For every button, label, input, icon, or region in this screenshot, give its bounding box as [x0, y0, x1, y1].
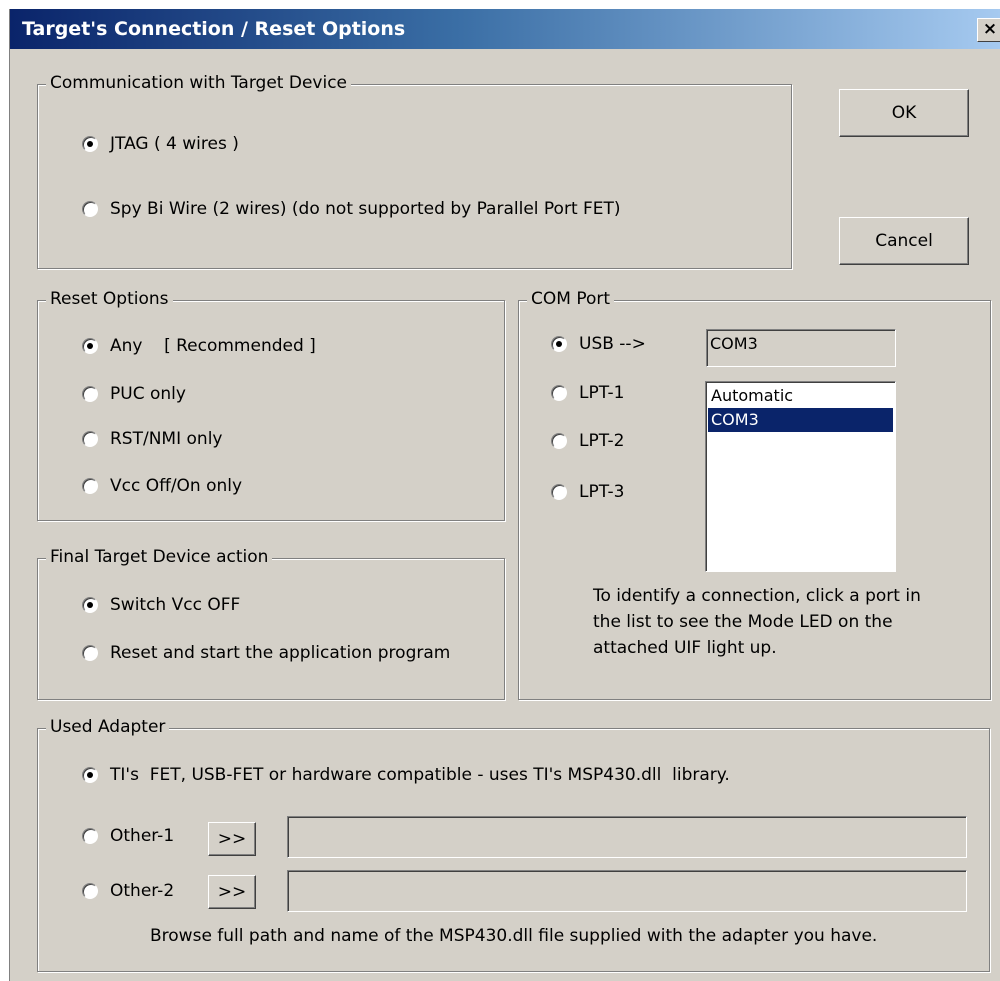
radio-unselected-icon — [551, 385, 567, 401]
radio-usb[interactable]: USB --> — [551, 334, 646, 354]
radio-reset-vcc-label: Vcc Off/On only — [110, 476, 243, 496]
radio-reset-puc-label: PUC only — [110, 384, 186, 404]
list-item-com3[interactable]: COM3 — [708, 408, 893, 432]
radio-unselected-icon — [551, 433, 567, 449]
close-button[interactable]: × — [977, 18, 1000, 42]
final-action-legend: Final Target Device action — [46, 547, 273, 567]
radio-unselected-icon — [82, 201, 98, 217]
used-adapter-legend: Used Adapter — [46, 717, 170, 737]
radio-reset-start-label: Reset and start the application program — [110, 643, 451, 663]
com-port-display: COM3 — [706, 329, 896, 367]
radio-jtag-label: JTAG ( 4 wires ) — [110, 134, 239, 154]
radio-other-2-label: Other-2 — [110, 881, 175, 901]
radio-spy-bi-wire[interactable]: Spy Bi Wire (2 wires) (do not supported … — [82, 199, 621, 219]
ok-button[interactable]: OK — [839, 89, 969, 137]
browse-other-2-label: >> — [217, 882, 247, 902]
browse-other-2-button[interactable]: >> — [208, 875, 256, 909]
radio-reset-any-label: Any [ Recommended ] — [110, 336, 316, 356]
other-1-path-field[interactable] — [287, 816, 967, 858]
radio-unselected-icon — [82, 478, 98, 494]
radio-selected-icon — [551, 336, 567, 352]
radio-lpt1[interactable]: LPT-1 — [551, 383, 625, 403]
radio-ti-fet[interactable]: TI's FET, USB-FET or hardware compatible… — [82, 765, 730, 785]
hint-line: the list to see the Mode LED on the — [593, 612, 893, 632]
radio-reset-start[interactable]: Reset and start the application program — [82, 643, 450, 663]
communication-legend: Communication with Target Device — [46, 73, 352, 93]
radio-lpt2[interactable]: LPT-2 — [551, 431, 625, 451]
cancel-button-label: Cancel — [875, 231, 933, 251]
reset-options-group: Reset Options Any [ Recommended ] PUC on… — [37, 289, 505, 521]
radio-selected-icon — [82, 767, 98, 783]
ok-button-label: OK — [891, 103, 917, 123]
radio-selected-icon — [82, 597, 98, 613]
radio-unselected-icon — [82, 883, 98, 899]
radio-reset-any[interactable]: Any [ Recommended ] — [82, 336, 316, 356]
radio-jtag[interactable]: JTAG ( 4 wires ) — [82, 134, 239, 154]
radio-switch-vcc-off-label: Switch Vcc OFF — [110, 595, 241, 615]
used-adapter-group: Used Adapter TI's FET, USB-FET or hardwa… — [37, 717, 990, 972]
browse-other-1-button[interactable]: >> — [208, 822, 256, 856]
close-icon: × — [982, 19, 998, 39]
radio-lpt1-label: LPT-1 — [579, 383, 625, 403]
radio-switch-vcc-off[interactable]: Switch Vcc OFF — [82, 595, 240, 615]
radio-lpt3-label: LPT-3 — [579, 482, 625, 502]
communication-group: Communication with Target Device JTAG ( … — [37, 73, 792, 269]
com-port-legend: COM Port — [527, 289, 615, 309]
com-port-group: COM Port USB --> LPT-1 LPT-2 LPT-3 COM3 … — [518, 289, 991, 700]
connection-dialog: Target's Connection / Reset Options × Co… — [9, 9, 1000, 981]
radio-unselected-icon — [82, 431, 98, 447]
radio-unselected-icon — [82, 645, 98, 661]
radio-reset-vcc[interactable]: Vcc Off/On only — [82, 476, 242, 496]
hint-line: To identify a connection, click a port i… — [593, 586, 921, 606]
radio-selected-icon — [82, 338, 98, 354]
com-port-hint: To identify a connection, click a port i… — [593, 583, 921, 661]
browse-other-1-label: >> — [217, 829, 247, 849]
radio-reset-puc[interactable]: PUC only — [82, 384, 186, 404]
com-port-list[interactable]: Automatic COM3 — [705, 381, 896, 572]
other-2-path-field[interactable] — [287, 870, 967, 912]
radio-reset-rst-nmi-label: RST/NMI only — [110, 429, 223, 449]
list-item-automatic[interactable]: Automatic — [708, 384, 893, 408]
hint-line: attached UIF light up. — [593, 638, 777, 658]
radio-reset-rst-nmi[interactable]: RST/NMI only — [82, 429, 222, 449]
radio-spy-bi-wire-label: Spy Bi Wire (2 wires) (do not supported … — [110, 199, 621, 219]
dialog-title: Target's Connection / Reset Options — [22, 18, 406, 40]
radio-ti-fet-label: TI's FET, USB-FET or hardware compatible… — [110, 765, 730, 785]
final-action-group: Final Target Device action Switch Vcc OF… — [37, 547, 505, 700]
title-bar: Target's Connection / Reset Options × — [10, 9, 1000, 49]
radio-unselected-icon — [82, 828, 98, 844]
radio-unselected-icon — [551, 484, 567, 500]
radio-usb-label: USB --> — [579, 334, 646, 354]
radio-other-1-label: Other-1 — [110, 826, 175, 846]
radio-other-2[interactable]: Other-2 — [82, 881, 174, 901]
reset-options-legend: Reset Options — [46, 289, 173, 309]
cancel-button[interactable]: Cancel — [839, 217, 969, 265]
radio-other-1[interactable]: Other-1 — [82, 826, 174, 846]
radio-lpt3[interactable]: LPT-3 — [551, 482, 625, 502]
radio-selected-icon — [82, 136, 98, 152]
radio-lpt2-label: LPT-2 — [579, 431, 625, 451]
radio-unselected-icon — [82, 386, 98, 402]
com-port-display-value: COM3 — [710, 334, 758, 353]
adapter-note: Browse full path and name of the MSP430.… — [150, 926, 878, 946]
